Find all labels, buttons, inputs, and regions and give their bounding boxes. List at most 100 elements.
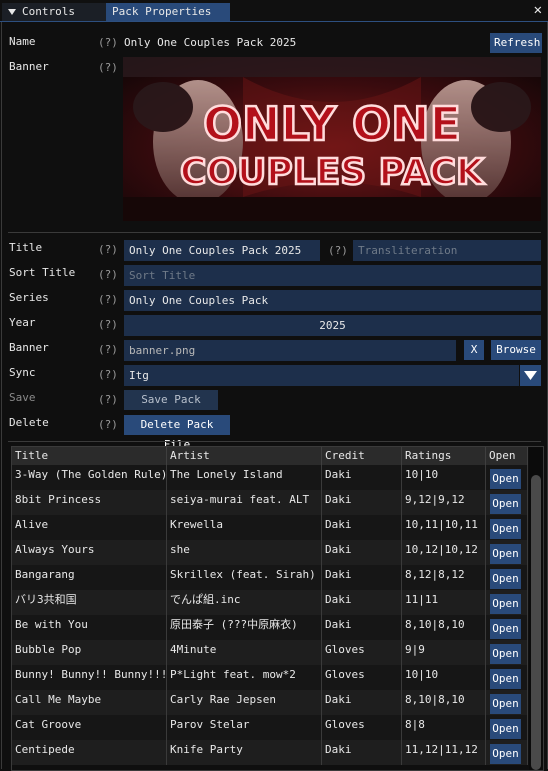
cell-ratings: 8,12|8,12 [402,565,486,590]
open-button[interactable]: Open [490,519,521,539]
delete-label: Delete [9,416,49,429]
help-icon[interactable]: (?) [98,58,118,78]
open-button[interactable]: Open [490,719,521,739]
help-icon[interactable]: (?) [98,33,118,53]
open-button[interactable]: Open [490,544,521,564]
open-button[interactable]: Open [490,669,521,689]
title-label: Title [9,241,43,254]
cell-artist: The Lonely Island [167,465,322,490]
open-button[interactable]: Open [490,619,521,639]
cell-artist: 原田泰子 (???中原麻衣) [167,615,322,640]
cell-ratings: 8,10|8,10 [402,690,486,715]
open-button[interactable]: Open [490,694,521,714]
cell-credit: Gloves [322,715,402,740]
cell-ratings: 11,12|11,12 [402,740,486,765]
column-header-open[interactable]: Open [486,447,528,465]
cell-artist: Parov Stelar [167,715,322,740]
cell-ratings: 9|9 [402,640,486,665]
cell-title: Bangarang [12,565,167,590]
help-icon[interactable]: (?) [98,290,118,310]
cell-credit: Daki [322,490,402,515]
banner-image: ONLY ONE COUPLES PACK [123,57,541,221]
help-icon[interactable]: (?) [98,390,118,410]
column-header-artist[interactable]: Artist [167,447,322,465]
year-field[interactable]: 2025 [124,315,541,336]
column-header-ratings[interactable]: Ratings [402,447,486,465]
close-icon[interactable]: ✕ [534,2,542,18]
cell-artist: Skrillex (feat. Sirah) [167,565,322,590]
open-button[interactable]: Open [490,644,521,664]
scrollbar-thumb[interactable] [531,475,541,770]
banner-title-line1: ONLY ONE [203,97,461,151]
open-button[interactable]: Open [490,594,521,614]
table-row: Alive Krewella Daki 10,11|10,11 Open [12,515,528,540]
help-icon[interactable]: (?) [328,240,348,261]
cell-credit: Daki [322,690,402,715]
tab-pack-label: Pack Properties [112,5,212,18]
table-row: Bunny! Bunny!! Bunny!!! P*Light feat. mow… [12,665,528,690]
delete-pack-file-button[interactable]: Delete Pack File [124,415,230,451]
save-label: Save [9,391,36,404]
help-icon[interactable]: (?) [98,365,118,385]
sync-label: Sync [9,366,36,379]
cell-artist: she [167,540,322,565]
refresh-button[interactable]: Refresh [490,33,542,53]
table-row: 8bit Princess seiya-murai feat. ALT Daki 9,… [12,490,528,515]
help-icon[interactable]: (?) [98,415,118,435]
cell-ratings: 10|10 [402,465,486,490]
year-label: Year [9,316,36,329]
dropdown-arrow-button[interactable] [520,365,541,386]
table-scrollbar[interactable] [529,447,543,770]
cell-ratings: 11|11 [402,590,486,615]
tab-pack-properties[interactable]: Pack Properties [106,3,230,21]
table-row: Centipede Knife Party Daki 11,12|11,12 Open [12,740,528,765]
help-icon[interactable]: (?) [98,265,118,285]
cell-ratings: 8,10|8,10 [402,615,486,640]
cell-credit: Daki [322,465,402,490]
title-field[interactable]: Only One Couples Pack 2025 [124,240,320,261]
browse-button[interactable]: Browse [491,340,541,360]
banner-image-label: Banner [9,60,49,73]
cell-ratings: 8|8 [402,715,486,740]
table-row: Always Yours she Daki 10,12|10,12 Open [12,540,528,565]
cell-title: Bubble Pop [12,640,167,665]
cell-title: Alive [12,515,167,540]
open-button[interactable]: Open [490,469,521,489]
cell-title: Be with You [12,615,167,640]
sort-title-label: Sort Title [9,266,76,279]
help-icon[interactable]: (?) [98,240,118,260]
cell-artist: 4Minute [167,640,322,665]
tab-controls-label: Controls [22,5,75,18]
sort-title-field[interactable]: Sort Title [124,265,541,286]
sync-select[interactable]: Itg [124,365,519,386]
help-icon[interactable]: (?) [98,340,118,360]
save-pack-file-button[interactable]: Save Pack File [124,390,218,426]
open-button[interactable]: Open [490,494,521,514]
cell-credit: Daki [322,515,402,540]
banner-title-line2: COUPLES PACK [180,152,485,193]
cell-title: Centipede [12,740,167,765]
series-field[interactable]: Only One Couples Pack [124,290,541,311]
tab-controls[interactable]: Controls [2,3,110,21]
banner-file-field[interactable]: banner.png [124,340,456,361]
cell-artist: でんぱ組.inc [167,590,322,615]
column-header-title[interactable]: Title [12,447,167,465]
chevron-down-icon [524,371,537,380]
banner-file-label: Banner [9,341,49,354]
open-button[interactable]: Open [490,569,521,589]
table-row: Be with You 原田泰子 (???中原麻衣) Daki 8,10|8,10 Op… [12,615,528,640]
separator [8,441,541,442]
cell-credit: Gloves [322,665,402,690]
open-button[interactable]: Open [490,744,521,764]
table-row: Call Me Maybe Carly Rae Jepsen Daki 8,10|8,… [12,690,528,715]
table-row: Cat Groove Parov Stelar Gloves 8|8 Open [12,715,528,740]
help-icon[interactable]: (?) [98,315,118,335]
series-label: Series [9,291,49,304]
collapse-arrow-icon[interactable] [8,9,16,15]
transliteration-field[interactable]: Transliteration [353,240,541,261]
clear-banner-button[interactable]: X [464,340,484,360]
table-row: Bangarang Skrillex (feat. Sirah) Daki 8,12|… [12,565,528,590]
column-header-credit[interactable]: Credit [322,447,402,465]
cell-credit: Daki [322,615,402,640]
cell-ratings: 10,11|10,11 [402,515,486,540]
